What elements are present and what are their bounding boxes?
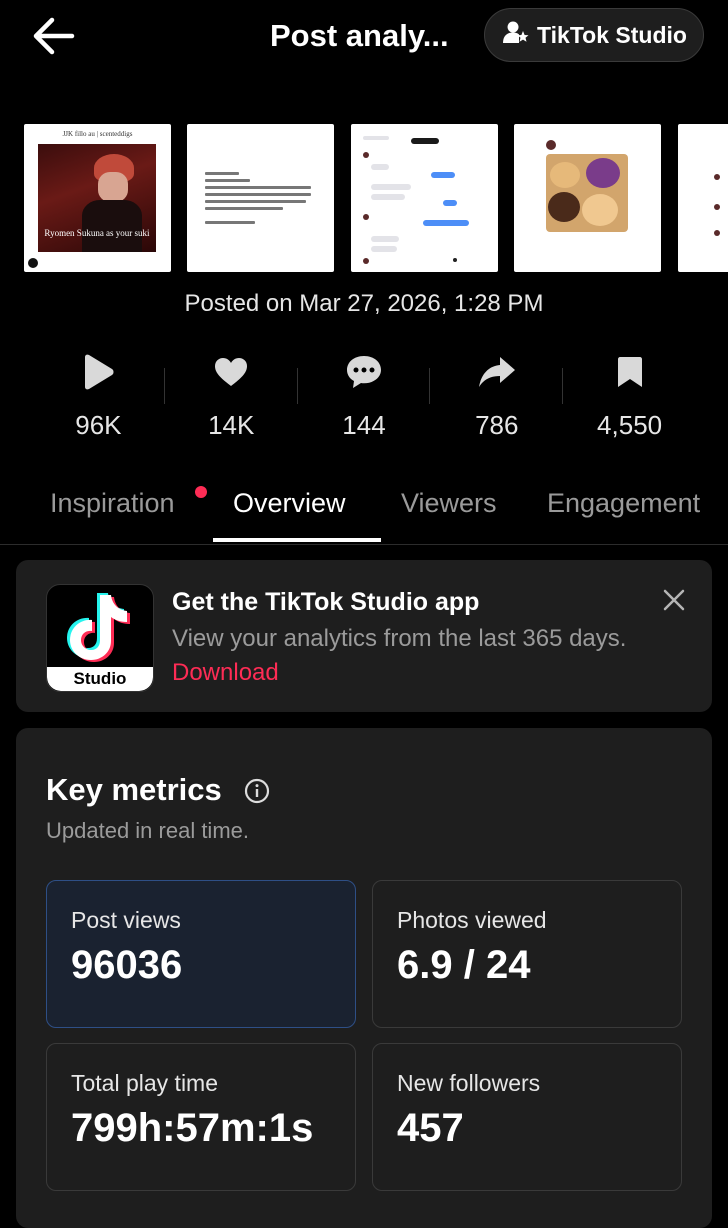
cookies-photo [546, 154, 628, 232]
play-icon [32, 350, 165, 394]
thumbnail-1-caption: JJK fillo au | scenteddigs [62, 130, 133, 138]
posted-date: Posted on Mar 27, 2026, 1:28 PM [184, 290, 544, 317]
top-bar: Post analy... TikTok Studio [0, 0, 728, 80]
stat-comments: 144 [298, 350, 431, 450]
promo-description: View your analytics from the last 365 da… [172, 622, 642, 690]
tab-overview[interactable]: Overview [233, 488, 346, 519]
thumbnail-1-label: Ryomen Sukuna as your suki [44, 228, 150, 238]
stat-views: 96K [32, 350, 165, 450]
metric-value: 457 [397, 1106, 464, 1150]
metric-label: Post views [71, 907, 181, 933]
comments-count: 144 [342, 410, 386, 440]
metric-label: Photos viewed [397, 907, 547, 933]
text-lines-graphic [205, 172, 317, 228]
tab-viewers[interactable]: Viewers [401, 488, 497, 519]
metric-value: 799h:57m:1s [71, 1106, 314, 1150]
studio-button-label: TikTok Studio [537, 21, 687, 48]
stat-shares: 786 [430, 350, 564, 450]
tiktok-studio-button[interactable]: TikTok Studio [484, 8, 704, 62]
notification-dot [195, 486, 207, 498]
metric-card-photos-viewed[interactable]: Photos viewed 6.9 / 24 [372, 880, 682, 1028]
key-metrics-subtitle: Updated in real time. [46, 818, 249, 843]
key-metrics-section: Key metrics Updated in real time. Post v… [16, 728, 712, 1228]
thumbnail-5[interactable] [678, 124, 728, 272]
download-link[interactable]: Download [172, 659, 279, 686]
back-arrow-icon[interactable] [30, 14, 80, 58]
thumbnail-3[interactable] [351, 124, 498, 272]
x-logo-icon [28, 258, 38, 268]
metric-card-post-views[interactable]: Post views 96036 [46, 880, 356, 1028]
studio-app-promo: Studio Get the TikTok Studio app View yo… [16, 560, 712, 712]
active-tab-indicator [213, 538, 381, 542]
share-icon [430, 350, 563, 394]
saves-count: 4,550 [597, 410, 663, 440]
studio-user-icon [503, 20, 529, 50]
close-icon[interactable] [660, 586, 688, 614]
metric-card-new-followers[interactable]: New followers 457 [372, 1043, 682, 1191]
likes-count: 14K [208, 410, 255, 440]
metric-card-total-play-time[interactable]: Total play time 799h:57m:1s [46, 1043, 356, 1191]
tweet-avatar [546, 140, 556, 150]
promo-description-text: View your analytics from the last 365 da… [172, 625, 627, 652]
page-title: Post analy... [270, 18, 449, 53]
app-icon-label: Studio [73, 669, 127, 688]
heart-icon [165, 350, 298, 394]
promo-title: Get the TikTok Studio app [172, 588, 480, 616]
info-icon[interactable] [244, 778, 270, 804]
bookmark-icon [563, 350, 696, 394]
thumbnail-2[interactable] [187, 124, 334, 272]
thumbnail-4[interactable] [514, 124, 661, 272]
stats-row: 96K 14K 144 786 4,550 [32, 350, 696, 450]
comment-icon [298, 350, 431, 394]
post-thumbnails: JJK fillo au | scenteddigs Ryomen Sukuna… [24, 124, 728, 272]
stat-saves: 4,550 [563, 350, 696, 450]
metric-value: 96036 [71, 943, 183, 987]
metric-label: Total play time [71, 1070, 219, 1096]
shares-count: 786 [475, 410, 519, 440]
stat-likes: 14K [165, 350, 298, 450]
thumbnail-1[interactable]: JJK fillo au | scenteddigs Ryomen Sukuna… [24, 124, 171, 272]
views-count: 96K [75, 410, 122, 440]
key-metrics-title: Key metrics [46, 772, 222, 807]
tab-bar: Inspiration Overview Viewers Engagement [0, 478, 728, 545]
anime-artwork: Ryomen Sukuna as your suki [38, 144, 156, 252]
tab-engagement[interactable]: Engagement [547, 488, 700, 519]
tiktok-studio-app-icon: Studio [46, 584, 154, 692]
tab-inspiration[interactable]: Inspiration [50, 488, 175, 519]
metric-value: 6.9 / 24 [397, 943, 531, 987]
metric-label: New followers [397, 1070, 541, 1096]
